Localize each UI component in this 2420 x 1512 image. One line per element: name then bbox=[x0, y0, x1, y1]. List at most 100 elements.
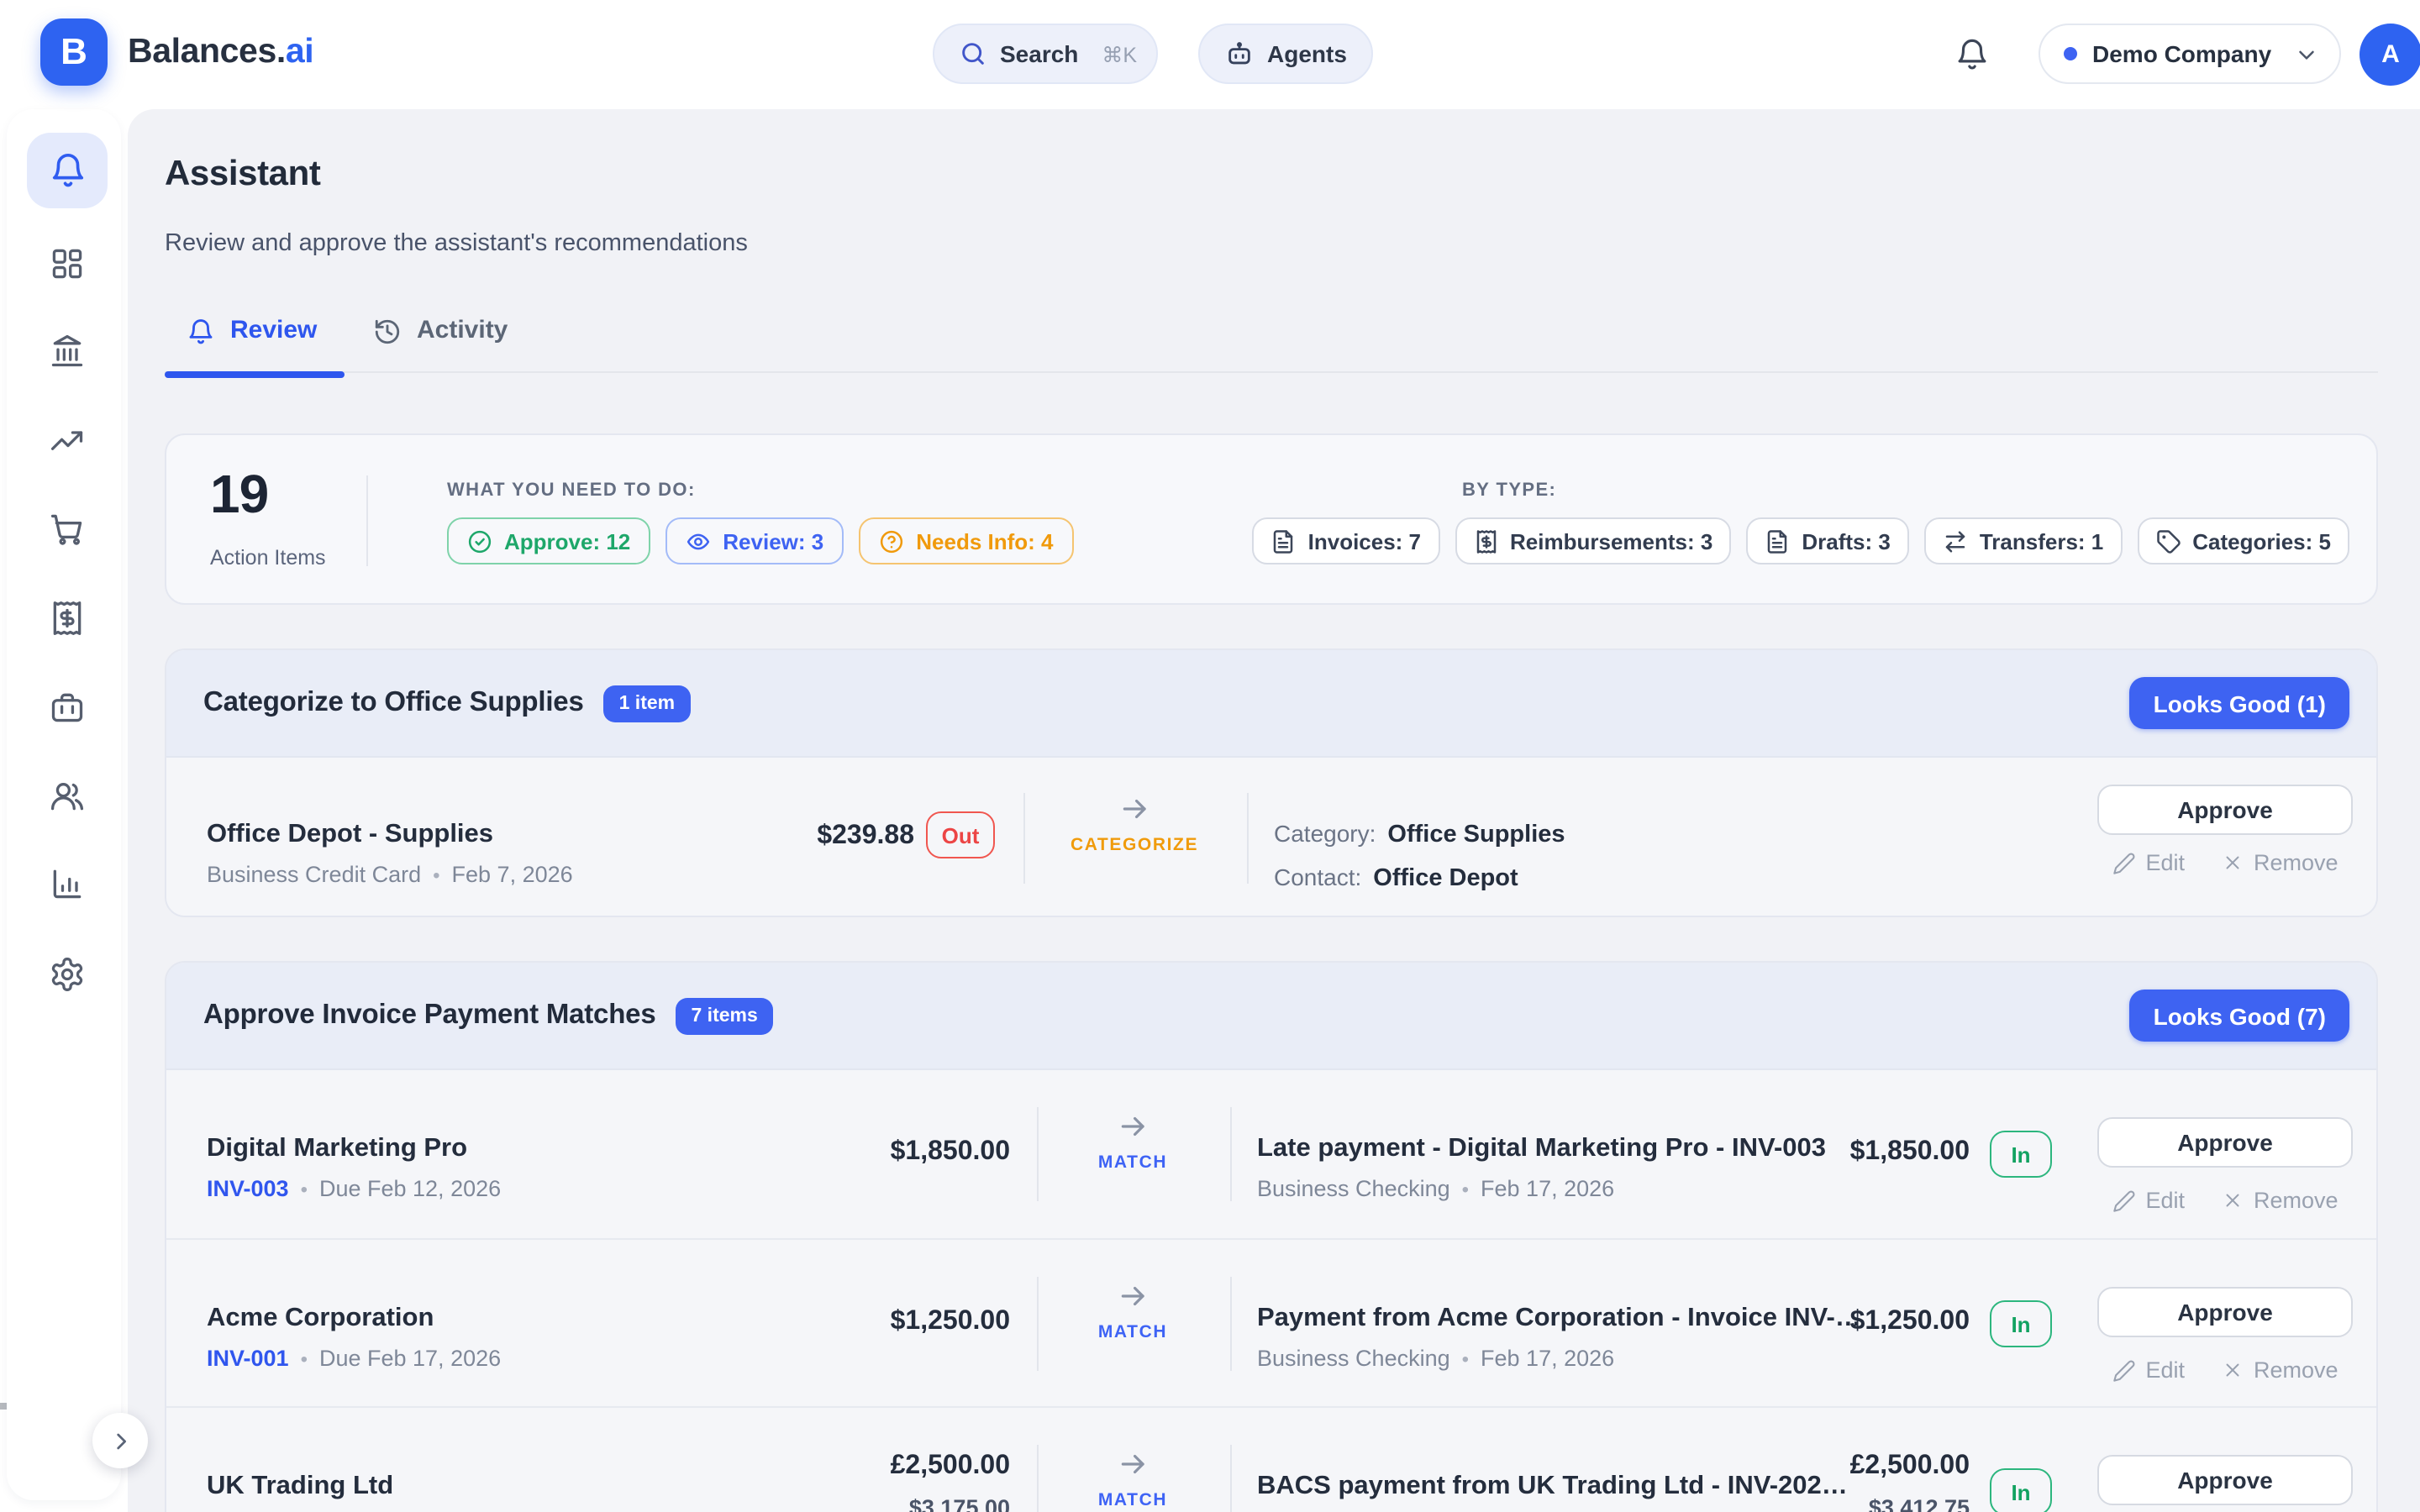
transaction-title: Office Depot - Supplies bbox=[207, 820, 493, 850]
category-pair: Category:Office Supplies bbox=[1274, 820, 1565, 848]
agents-button[interactable]: Agents bbox=[1198, 24, 1374, 84]
company-selector[interactable]: Demo Company bbox=[2039, 24, 2340, 84]
invoice-link[interactable]: INV-003 bbox=[207, 1176, 289, 1201]
todo-badges: Approve: 12 Review: 3 Needs Info: 4 bbox=[447, 517, 1074, 564]
invoice-line: INV-003 • Due Feb 12, 2026 bbox=[207, 1176, 501, 1201]
close-icon bbox=[2222, 1189, 2244, 1211]
remove-button[interactable]: Remove bbox=[2222, 850, 2338, 875]
close-icon bbox=[2222, 852, 2244, 874]
item-count-badge: 1 item bbox=[604, 685, 691, 722]
search-button[interactable]: Search ⌘K bbox=[933, 24, 1158, 84]
vendor-name: UK Trading Ltd bbox=[207, 1472, 393, 1502]
question-circle-icon bbox=[879, 528, 904, 554]
type-badges: Invoices: 7 Reimbursements: 3 Drafts: 3 … bbox=[1253, 517, 2349, 564]
filter-reimbursements[interactable]: Reimbursements: 3 bbox=[1455, 517, 1731, 564]
sidebar-item-receipts[interactable] bbox=[49, 600, 86, 637]
filter-approve[interactable]: Approve: 12 bbox=[447, 517, 650, 564]
payment-amount-converted: $3,412.75 bbox=[1763, 1495, 1970, 1512]
match-row: Digital Marketing Pro INV-003 • Due Feb … bbox=[166, 1070, 2376, 1238]
close-icon bbox=[2222, 1359, 2244, 1381]
divider bbox=[1023, 793, 1025, 884]
sidebar-item-banking[interactable] bbox=[49, 333, 86, 370]
section-matches: Approve Invoice Payment Matches 7 items … bbox=[165, 961, 2378, 1512]
divider bbox=[1037, 1445, 1039, 1512]
section-header: Approve Invoice Payment Matches 7 items … bbox=[166, 963, 2376, 1070]
filter-drafts[interactable]: Drafts: 3 bbox=[1746, 517, 1909, 564]
edit-button[interactable]: Edit bbox=[2112, 1357, 2185, 1383]
approve-button[interactable]: Approve bbox=[2097, 1455, 2353, 1505]
sidebar-item-trends[interactable] bbox=[49, 423, 86, 460]
eye-icon bbox=[686, 528, 711, 554]
approve-button[interactable]: Approve bbox=[2097, 785, 2353, 835]
categorize-row: Office Depot - Supplies Business Credit … bbox=[166, 758, 2376, 917]
bell-icon bbox=[187, 316, 215, 346]
edit-button[interactable]: Edit bbox=[2112, 1188, 2185, 1213]
filter-transfers[interactable]: Transfers: 1 bbox=[1924, 517, 2122, 564]
payment-title: Late payment - Digital Marketing Pro - I… bbox=[1257, 1134, 1826, 1164]
page-title: Assistant bbox=[165, 155, 320, 195]
brand-name: Balances.ai bbox=[128, 32, 313, 72]
sidebar-item-purchases[interactable] bbox=[49, 511, 86, 548]
arrow-right-icon bbox=[1117, 1280, 1149, 1312]
match-action: MATCH bbox=[1040, 1280, 1225, 1342]
remove-button[interactable]: Remove bbox=[2222, 1357, 2338, 1383]
transfer-arrows-icon bbox=[1943, 528, 1968, 554]
remove-button[interactable]: Remove bbox=[2222, 1188, 2338, 1213]
divider bbox=[1037, 1277, 1039, 1371]
invoice-amount: £2,500.00 bbox=[771, 1452, 1010, 1482]
company-name: Demo Company bbox=[2092, 40, 2271, 67]
brand-logo[interactable]: B Balances.ai bbox=[40, 18, 313, 86]
divider bbox=[1247, 793, 1249, 884]
sidebar-item-settings[interactable] bbox=[49, 956, 86, 993]
looks-good-button[interactable]: Looks Good (1) bbox=[2130, 677, 2349, 729]
sidebar-item-dashboard[interactable] bbox=[49, 245, 86, 282]
sidebar-expand-button[interactable] bbox=[92, 1413, 148, 1468]
section-title: Approve Invoice Payment Matches bbox=[203, 1000, 656, 1032]
transaction-amount: $239.88 bbox=[671, 822, 914, 852]
sidebar-item-business[interactable] bbox=[49, 689, 86, 726]
divider bbox=[366, 475, 368, 566]
tab-activity[interactable]: Activity bbox=[373, 316, 508, 373]
invoice-amount: $1,850.00 bbox=[771, 1137, 1010, 1168]
categorize-action: CATEGORIZE bbox=[1034, 793, 1235, 855]
sidebar-item-reports[interactable] bbox=[49, 865, 86, 902]
file-text-icon bbox=[1271, 528, 1297, 554]
tab-bar: Review Activity bbox=[165, 316, 2378, 373]
item-count-badge: 7 items bbox=[676, 997, 773, 1034]
by-type-label: BY TYPE: bbox=[1462, 480, 1556, 501]
filter-needs-info[interactable]: Needs Info: 4 bbox=[859, 517, 1073, 564]
payment-subtitle: Business Checking • Feb 17, 2026 bbox=[1257, 1346, 1614, 1371]
payment-subtitle: Business Checking • Feb 17, 2026 bbox=[1257, 1176, 1614, 1201]
sidebar-item-contacts[interactable] bbox=[49, 778, 86, 815]
edit-button[interactable]: Edit bbox=[2112, 850, 2185, 875]
invoice-line: INV-001 • Due Feb 17, 2026 bbox=[207, 1346, 501, 1371]
filter-invoices[interactable]: Invoices: 7 bbox=[1253, 517, 1439, 564]
arrow-right-icon bbox=[1117, 1448, 1149, 1480]
invoice-link[interactable]: INV-001 bbox=[207, 1346, 289, 1371]
invoice-amount-converted: $3,175.00 bbox=[771, 1495, 1010, 1512]
filter-categories[interactable]: Categories: 5 bbox=[2137, 517, 2349, 564]
arrow-right-icon bbox=[1118, 793, 1150, 825]
search-icon bbox=[960, 40, 986, 67]
tab-review[interactable]: Review bbox=[165, 316, 345, 373]
notifications-bell-icon[interactable] bbox=[1954, 37, 1990, 72]
row-actions: Edit Remove bbox=[2097, 850, 2353, 875]
approve-button[interactable]: Approve bbox=[2097, 1117, 2353, 1168]
agents-label: Agents bbox=[1267, 40, 1347, 67]
match-row: UK Trading Ltd INV-2024-020 • Due Feb 19… bbox=[166, 1406, 2376, 1512]
contact-pair: Contact:Office Depot bbox=[1274, 864, 1518, 892]
vendor-name: Digital Marketing Pro bbox=[207, 1134, 467, 1164]
company-status-dot bbox=[2064, 47, 2077, 60]
direction-badge-in: In bbox=[1990, 1468, 2052, 1512]
approve-button[interactable]: Approve bbox=[2097, 1287, 2353, 1337]
filter-review[interactable]: Review: 3 bbox=[666, 517, 844, 564]
sidebar-item-notifications[interactable] bbox=[27, 133, 108, 208]
payment-amount: $1,250.00 bbox=[1763, 1307, 1970, 1337]
receipt-icon bbox=[1473, 528, 1498, 554]
section-title: Categorize to Office Supplies bbox=[203, 687, 584, 719]
looks-good-button[interactable]: Looks Good (7) bbox=[2130, 990, 2349, 1042]
user-avatar[interactable]: A bbox=[2360, 24, 2420, 86]
pencil-icon bbox=[2112, 1189, 2135, 1212]
divider bbox=[1037, 1107, 1039, 1201]
section-header: Categorize to Office Supplies 1 item Loo… bbox=[166, 650, 2376, 758]
